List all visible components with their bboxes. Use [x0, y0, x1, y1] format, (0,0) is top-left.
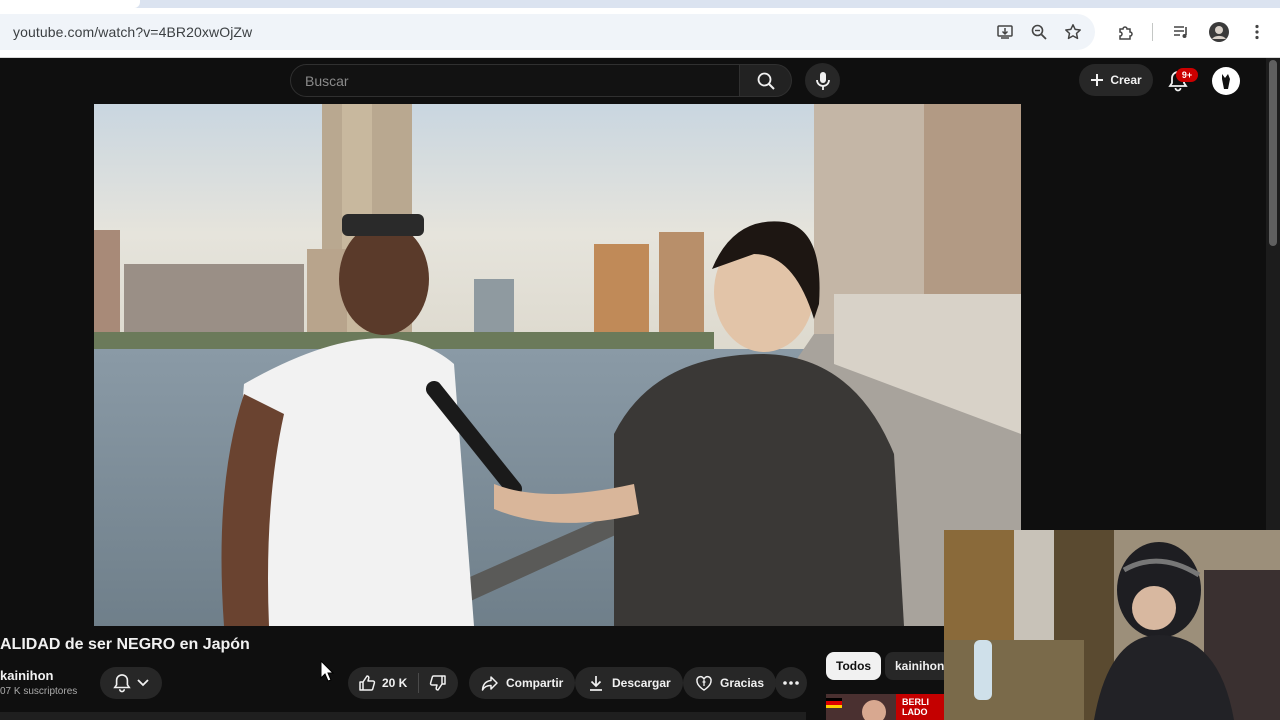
more-horizontal-icon: [783, 681, 799, 685]
channel-name[interactable]: kainihon: [0, 668, 53, 683]
recommendation-thumbnail[interactable]: BERLI LADO: [826, 694, 946, 720]
thumbs-down-icon: [429, 675, 446, 691]
toolbar-separator: [1152, 23, 1153, 41]
url-text[interactable]: youtube.com/watch?v=4BR20xwOjZw: [13, 24, 252, 40]
share-button[interactable]: Compartir: [469, 667, 576, 699]
more-actions-button[interactable]: [775, 667, 807, 699]
share-label: Compartir: [506, 676, 564, 690]
webcam-image: [944, 530, 1280, 720]
recommendation-thumb-text: BERLI LADO: [902, 697, 929, 717]
filter-chip-all[interactable]: Todos: [826, 652, 882, 680]
browser-toolbar: youtube.com/watch?v=4BR20xwOjZw: [0, 8, 1280, 58]
video-title: ALIDAD de ser NEGRO en Japón: [0, 636, 250, 653]
menu-icon[interactable]: [1245, 20, 1269, 44]
profile-icon[interactable]: [1207, 20, 1231, 44]
search-placeholder: Buscar: [305, 73, 349, 89]
subscription-bell-button[interactable]: [100, 667, 162, 699]
avatar[interactable]: [1212, 67, 1240, 95]
extensions-icon[interactable]: [1114, 20, 1138, 44]
video-player[interactable]: [94, 104, 1021, 626]
like-count: 20 K: [382, 676, 408, 690]
share-icon: [481, 676, 498, 691]
bookmark-star-icon[interactable]: [1063, 22, 1083, 42]
browser-tab-strip: [0, 0, 1280, 8]
search-icon: [757, 72, 775, 90]
subscriber-count: 07 K suscriptores: [0, 686, 78, 697]
webcam-overlay: [944, 530, 1280, 720]
user-avatar-icon: [1222, 74, 1230, 89]
install-app-icon[interactable]: [995, 22, 1015, 42]
voice-search-button[interactable]: [805, 63, 840, 98]
download-label: Descargar: [612, 676, 671, 690]
create-label: Crear: [1110, 73, 1142, 87]
comments-area-edge: [0, 712, 806, 720]
bell-icon: [113, 674, 131, 693]
media-control-icon[interactable]: [1169, 20, 1193, 44]
dislike-button[interactable]: [419, 667, 457, 699]
scrollbar-thumb[interactable]: [1269, 60, 1277, 246]
search-button[interactable]: [740, 64, 792, 97]
search-input[interactable]: Buscar: [290, 64, 740, 97]
download-icon: [590, 676, 602, 691]
super-thanks-icon: [696, 675, 712, 691]
zoom-icon[interactable]: [1029, 22, 1049, 42]
thanks-button[interactable]: Gracias: [683, 667, 777, 699]
active-tab-edge[interactable]: [0, 0, 140, 8]
address-bar[interactable]: youtube.com/watch?v=4BR20xwOjZw: [0, 14, 1095, 50]
chevron-down-icon: [137, 679, 149, 687]
video-frame: [94, 104, 1021, 626]
like-button[interactable]: 20 K: [348, 667, 418, 699]
plus-icon: [1091, 74, 1104, 86]
youtube-header: Buscar Crear 9+: [0, 58, 1266, 104]
thumbs-up-icon: [359, 675, 376, 691]
thanks-label: Gracias: [720, 676, 765, 690]
create-button[interactable]: Crear: [1079, 64, 1153, 96]
like-dislike-group: 20 K: [348, 667, 458, 699]
download-button[interactable]: Descargar: [575, 667, 683, 699]
microphone-icon: [815, 71, 830, 90]
mouse-cursor-icon: [320, 660, 334, 682]
notification-badge: 9+: [1176, 68, 1198, 82]
